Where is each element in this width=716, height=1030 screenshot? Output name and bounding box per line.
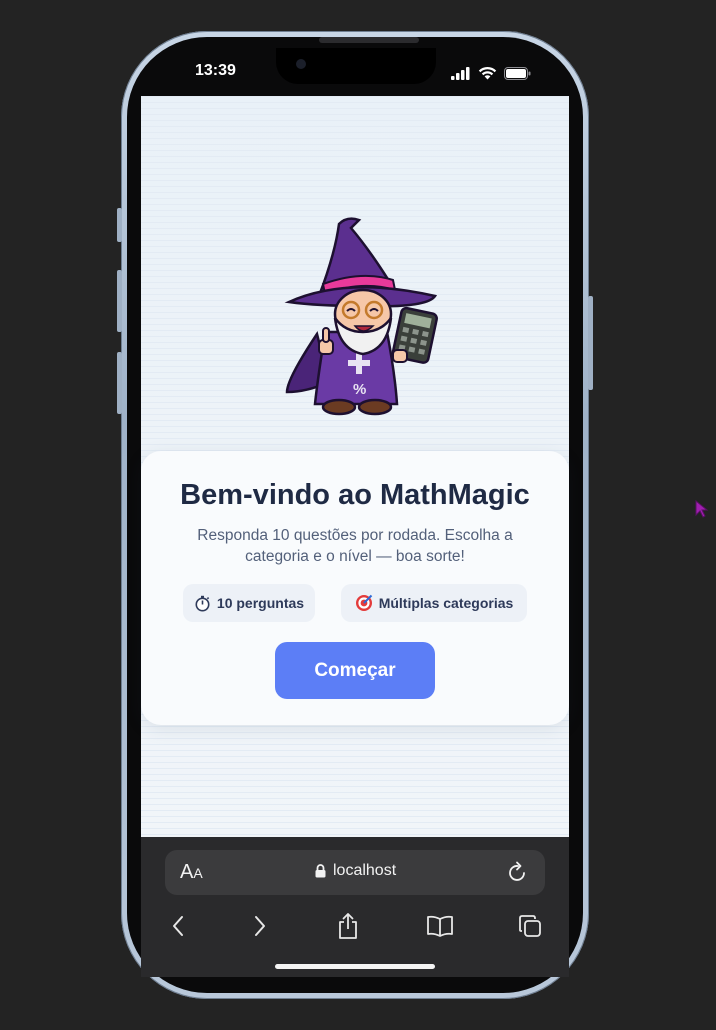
status-time: 13:39 — [195, 62, 236, 79]
mouse-cursor-icon — [695, 500, 709, 518]
welcome-title: Bem-vindo ao MathMagic — [180, 479, 530, 511]
browser-nav-row — [141, 907, 569, 947]
bookmarks-button[interactable] — [425, 911, 455, 941]
tabs-icon — [519, 915, 541, 937]
tabs-button[interactable] — [515, 911, 545, 941]
earpiece-speaker — [319, 37, 419, 43]
lock-icon — [315, 864, 326, 878]
camera-icon — [296, 59, 306, 69]
share-button[interactable] — [333, 911, 363, 941]
welcome-card: Bem-vindo ao MathMagic Responda 10 quest… — [141, 451, 569, 725]
chip-categories: Múltiplas categorias — [341, 584, 527, 622]
action-button — [117, 208, 122, 242]
welcome-subtitle: Responda 10 questões por rodada. Escolha… — [197, 527, 513, 565]
dynamic-island — [276, 48, 436, 84]
back-button[interactable] — [163, 911, 193, 941]
status-icons — [451, 66, 531, 80]
share-icon — [339, 913, 357, 939]
start-button[interactable]: Começar — [275, 642, 435, 699]
chip-question-count: 10 perguntas — [183, 584, 315, 622]
chip-question-count-label: 10 perguntas — [216, 595, 305, 611]
book-icon — [427, 915, 453, 937]
target-icon — [355, 594, 372, 611]
reload-icon[interactable] — [508, 861, 528, 883]
forward-button[interactable] — [245, 911, 275, 941]
wizard-mascot-illustration: % — [284, 217, 438, 416]
address-bar[interactable]: AAAA localhost — [165, 850, 545, 895]
battery-icon — [504, 66, 531, 80]
volume-down-button — [117, 352, 122, 414]
stopwatch-icon — [195, 595, 210, 611]
signal-icon — [451, 66, 470, 80]
text-size-button[interactable]: AAAA — [180, 861, 203, 884]
wifi-icon — [478, 66, 497, 80]
chevron-left-icon — [173, 916, 183, 936]
status-bar: 13:39 — [141, 48, 569, 90]
home-indicator — [275, 964, 435, 969]
browser-toolbar: AAAA localhost — [141, 837, 569, 977]
url-display[interactable]: localhost — [315, 862, 396, 880]
chip-categories-label: Múltiplas categorias — [378, 595, 514, 611]
svg-text:%: % — [353, 381, 366, 398]
chevron-right-icon — [255, 916, 265, 936]
power-button — [588, 296, 593, 390]
volume-up-button — [117, 270, 122, 332]
url-text: localhost — [333, 862, 397, 879]
stage: 13:39 % Bem-vindo ao MathMagic Responda … — [0, 0, 716, 1030]
